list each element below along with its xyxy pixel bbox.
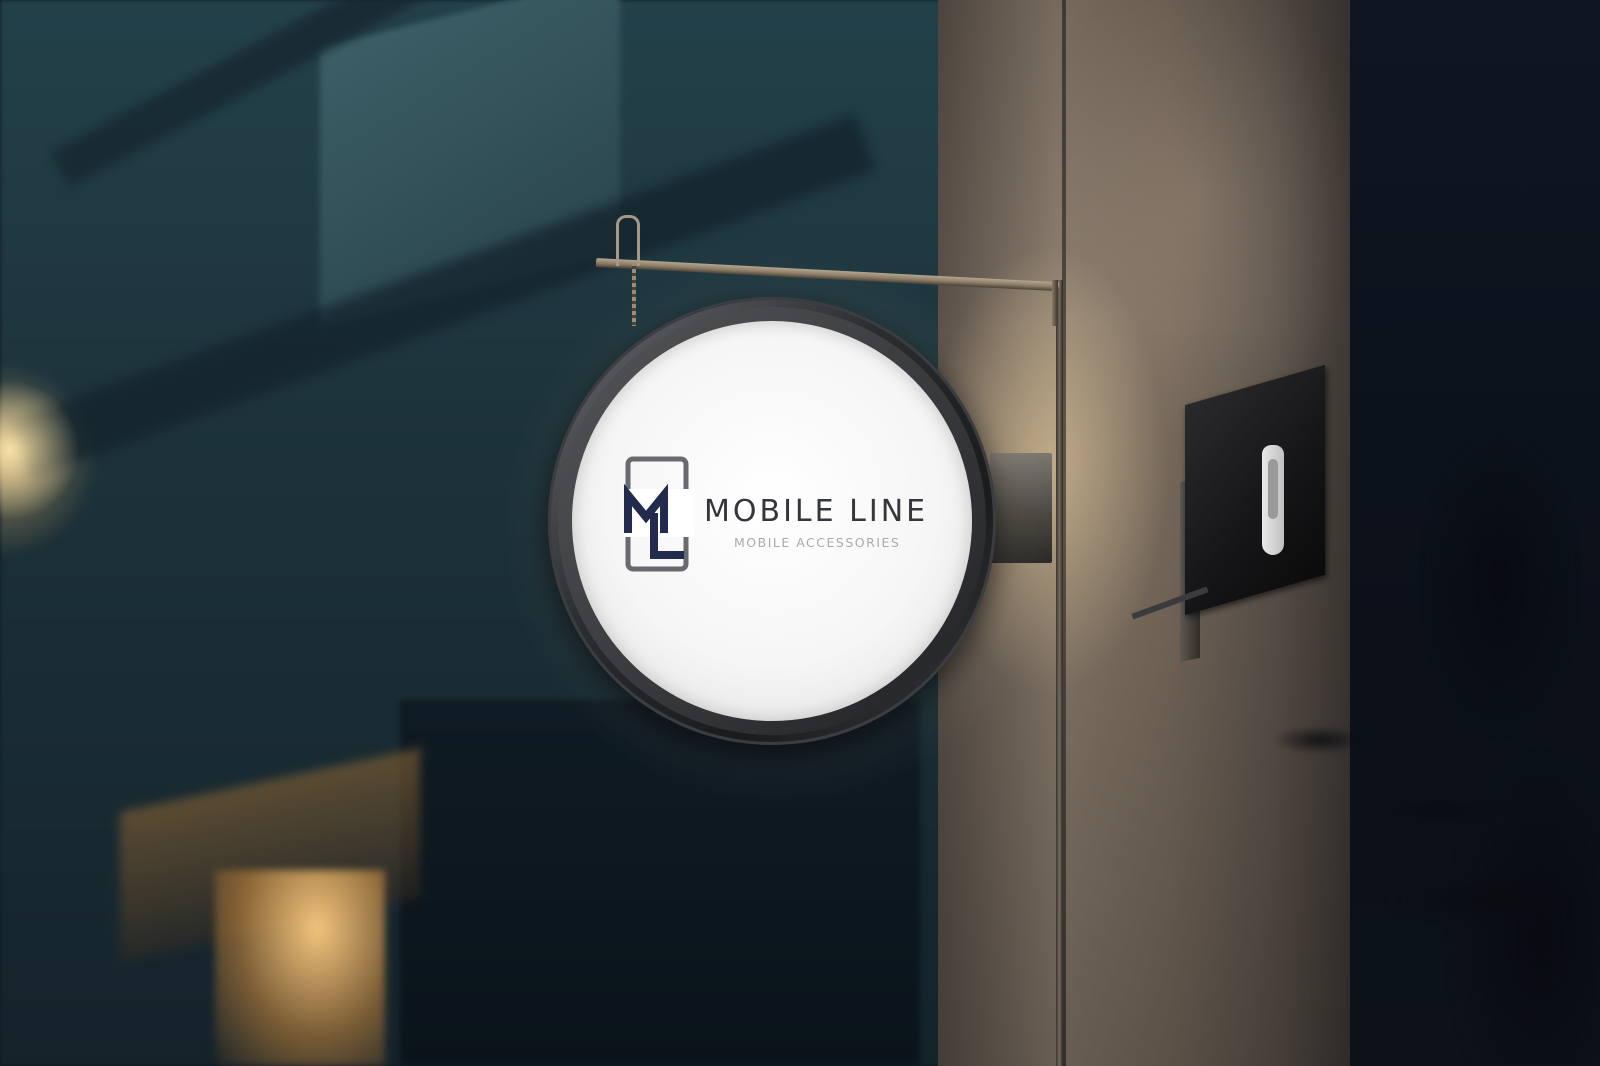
sign-brand-name: MOBILE LINE — [704, 494, 929, 529]
ml-logo-icon — [624, 456, 694, 572]
wall-clip — [1262, 445, 1284, 555]
sign-hook — [616, 215, 640, 266]
sign-support-rod — [1056, 280, 1063, 1066]
sign-arm-tip — [1052, 280, 1058, 326]
night-street-scene: MOBILE LINE MOBILE ACCESSORIES — [0, 0, 1600, 1066]
lit-window — [215, 870, 385, 1066]
wall-mount-plate — [1185, 364, 1325, 616]
sign-tagline: MOBILE ACCESSORIES — [734, 535, 901, 550]
